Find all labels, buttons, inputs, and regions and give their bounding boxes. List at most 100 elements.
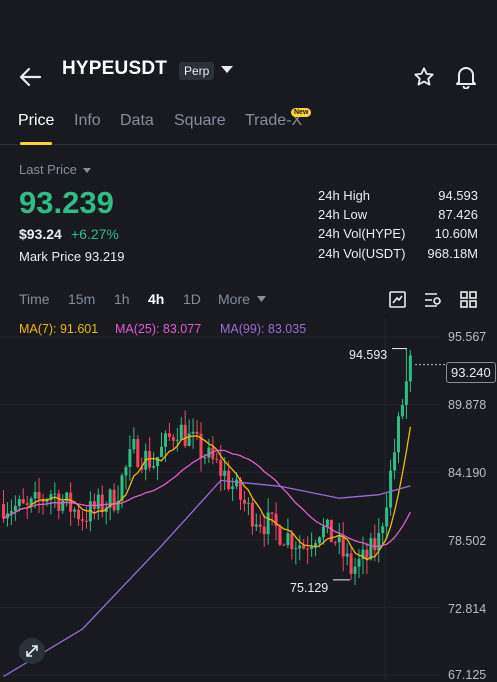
candle-body bbox=[306, 548, 310, 550]
candle-body bbox=[357, 558, 361, 567]
candle-body bbox=[207, 447, 211, 458]
candle-body bbox=[191, 431, 195, 434]
candle-body bbox=[377, 533, 381, 551]
low-annotation: 75.129 bbox=[290, 581, 329, 595]
candle-body bbox=[84, 520, 88, 522]
candle-body bbox=[321, 526, 325, 538]
mark-price-value: 93.219 bbox=[84, 249, 125, 264]
candle-body bbox=[81, 519, 84, 521]
candle-body bbox=[270, 512, 274, 514]
interval-more[interactable]: More bbox=[218, 291, 250, 307]
candle-body bbox=[381, 526, 385, 534]
candle-body bbox=[171, 436, 175, 441]
candle-body bbox=[227, 470, 231, 489]
candle-body bbox=[2, 504, 5, 519]
candle-body bbox=[57, 493, 61, 511]
star-icon[interactable] bbox=[413, 66, 435, 88]
y-tick-label: 78.502 bbox=[448, 534, 487, 548]
bell-icon[interactable] bbox=[455, 65, 477, 89]
expand-icon bbox=[26, 645, 38, 657]
candle-body bbox=[187, 433, 191, 446]
candle-body bbox=[278, 526, 282, 545]
candle-body bbox=[294, 548, 298, 550]
settings-icon[interactable] bbox=[424, 292, 442, 308]
price-change: +6.27% bbox=[71, 226, 119, 242]
last-price-label: Last Price bbox=[19, 162, 77, 177]
ma99-line bbox=[3, 479, 411, 678]
candle-body bbox=[373, 538, 377, 551]
candle-body bbox=[310, 546, 314, 550]
perp-badge: Perp bbox=[179, 62, 215, 80]
candle-body bbox=[290, 533, 294, 550]
candle-body bbox=[112, 489, 116, 511]
candle-body bbox=[365, 549, 369, 560]
fullscreen-button[interactable] bbox=[19, 638, 45, 664]
interval-1h[interactable]: 1h bbox=[114, 291, 130, 307]
stat-value-vol-hype: 10.60M bbox=[434, 226, 478, 241]
y-tick-label: 84.190 bbox=[448, 466, 487, 480]
back-arrow-icon[interactable] bbox=[18, 66, 42, 88]
active-tab-indicator bbox=[20, 142, 52, 145]
stat-value-vol-usdt: 968.18M bbox=[427, 246, 478, 261]
candle-body bbox=[215, 459, 219, 461]
stat-label-low: 24h Low bbox=[318, 207, 368, 222]
candle-body bbox=[385, 507, 389, 527]
caret-down-icon[interactable] bbox=[82, 167, 92, 174]
candle-body bbox=[246, 502, 250, 504]
candle-body bbox=[73, 509, 77, 512]
candle-body bbox=[389, 470, 393, 508]
candlestick-chart[interactable] bbox=[0, 318, 497, 680]
indicator-icon[interactable] bbox=[389, 291, 406, 308]
new-badge: New bbox=[291, 108, 312, 117]
candle-body bbox=[282, 544, 286, 546]
stat-value-high: 94.593 bbox=[438, 188, 478, 203]
stat-value-low: 87.426 bbox=[438, 207, 478, 222]
candle-body bbox=[235, 479, 239, 487]
interval-4h[interactable]: 4h bbox=[148, 291, 164, 307]
candle-body bbox=[21, 499, 25, 504]
chevron-down-icon[interactable] bbox=[220, 65, 234, 75]
candle-body bbox=[163, 433, 167, 447]
symbol-title[interactable]: HYPEUSDT bbox=[62, 58, 167, 80]
ma7-label: MA(7): 91.601 bbox=[19, 322, 99, 336]
candle-body bbox=[404, 381, 408, 406]
candle-body bbox=[254, 524, 258, 527]
ma99-label: MA(99): 83.035 bbox=[220, 322, 307, 336]
high-annotation: 94.593 bbox=[349, 348, 388, 362]
candle-body bbox=[183, 424, 187, 446]
candle-body bbox=[329, 519, 333, 543]
interval-15m[interactable]: 15m bbox=[68, 291, 95, 307]
interval-1d[interactable]: 1D bbox=[183, 291, 201, 307]
tab-price[interactable]: Price bbox=[18, 112, 54, 130]
candle-body bbox=[408, 355, 412, 382]
candle-body bbox=[25, 503, 29, 505]
last-price-value: 93.239 bbox=[19, 185, 114, 220]
candle-body bbox=[33, 492, 37, 499]
layout-grid-icon[interactable] bbox=[460, 291, 477, 308]
mark-price-label: Mark Price bbox=[19, 249, 82, 264]
candle-body bbox=[211, 447, 215, 460]
candle-body bbox=[262, 526, 266, 535]
tab-data[interactable]: Data bbox=[120, 112, 154, 130]
candle-body bbox=[179, 424, 183, 440]
candle-body bbox=[231, 486, 235, 489]
tab-square[interactable]: Square bbox=[174, 112, 226, 130]
candle-body bbox=[400, 405, 404, 417]
candle-body bbox=[124, 467, 128, 476]
candle-body bbox=[345, 553, 349, 557]
candle-body bbox=[156, 456, 160, 467]
candle-body bbox=[393, 452, 397, 471]
tab-info[interactable]: Info bbox=[74, 112, 101, 130]
candle-body bbox=[195, 431, 199, 434]
interval-time[interactable]: Time bbox=[19, 291, 50, 307]
candle-body bbox=[100, 494, 104, 513]
price-usd: $93.24 bbox=[19, 226, 62, 242]
candle-body bbox=[333, 542, 337, 544]
candle-body bbox=[223, 470, 227, 476]
candle-body bbox=[353, 566, 357, 574]
y-tick-label: 72.814 bbox=[448, 602, 487, 616]
candle-body bbox=[132, 439, 136, 450]
stat-label-vol-hype: 24h Vol(HYPE) bbox=[318, 226, 406, 241]
stat-label-vol-usdt: 24h Vol(USDT) bbox=[318, 246, 406, 261]
more-caret-icon bbox=[257, 296, 266, 302]
